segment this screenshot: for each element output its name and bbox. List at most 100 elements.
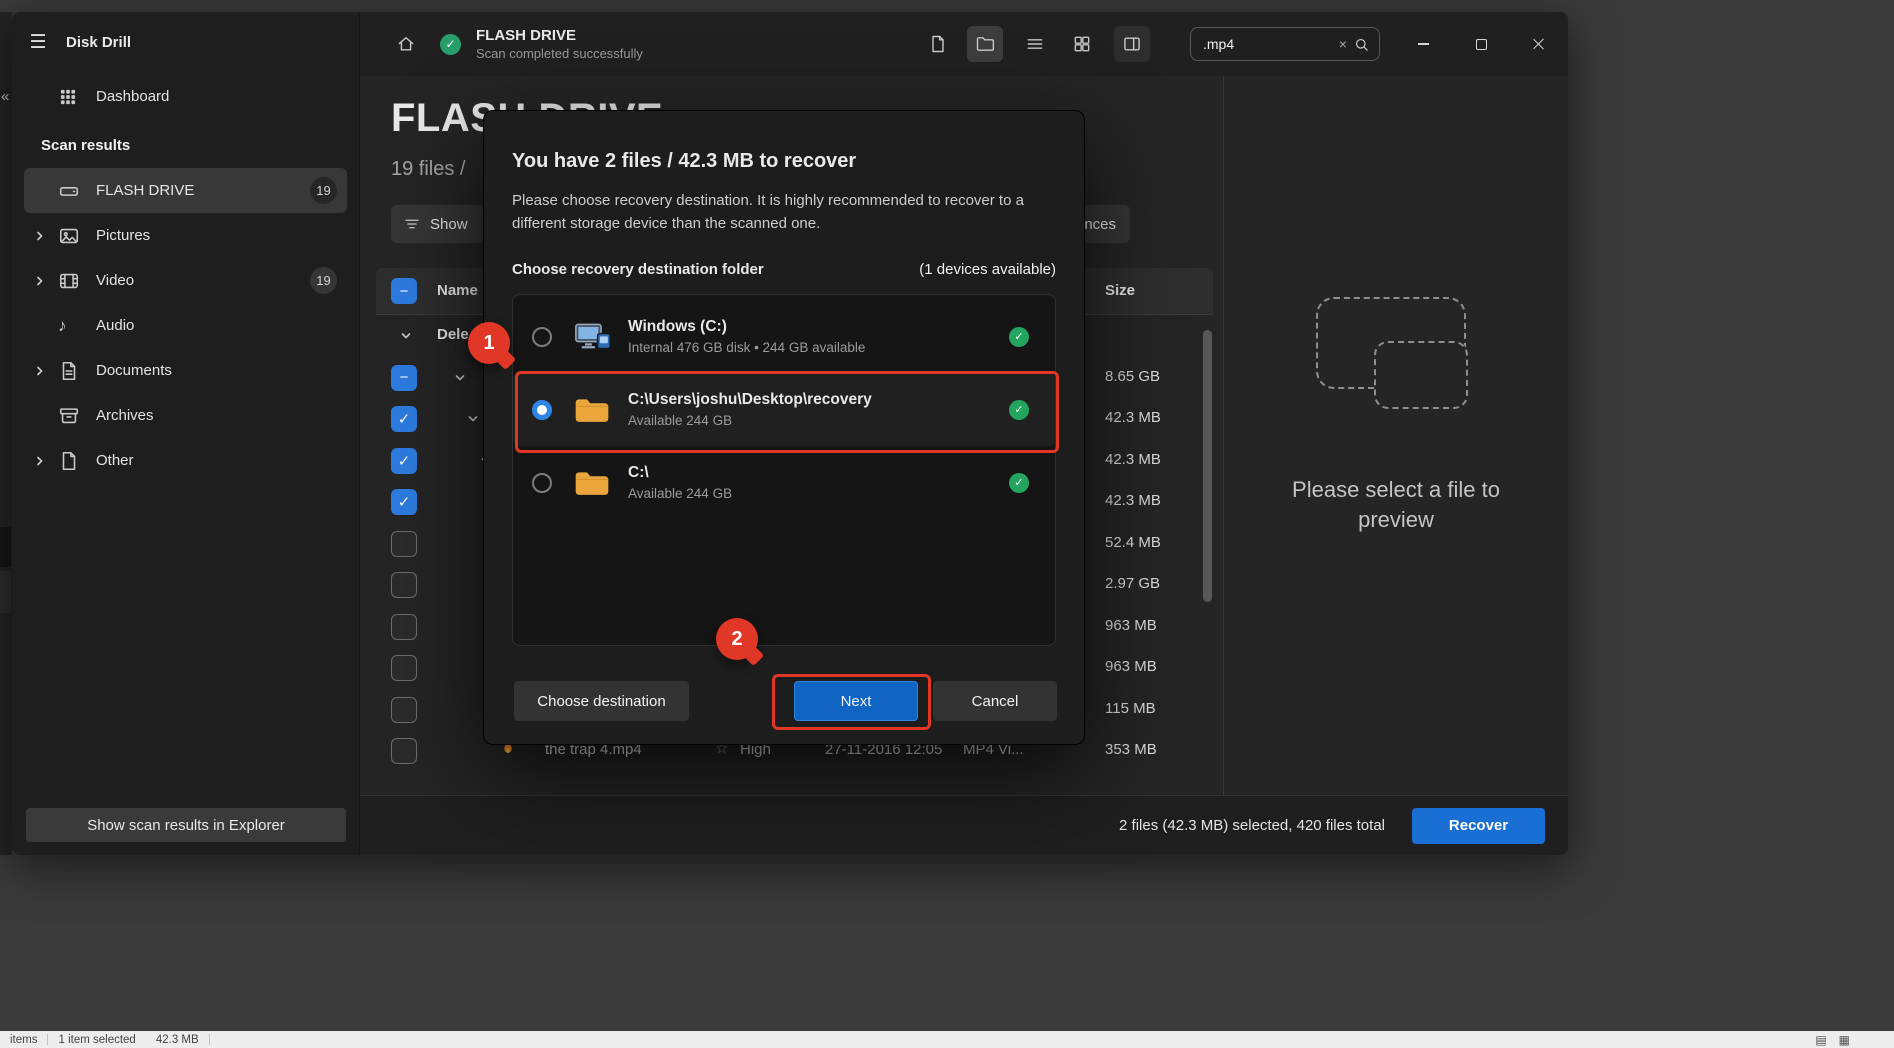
sidebar-item-label: Video	[96, 272, 310, 289]
scan-results-section-title: Scan results	[12, 119, 359, 168]
row-checkbox[interactable]	[391, 738, 417, 764]
home-icon	[396, 34, 416, 54]
preview-panel: Please select a file to preview	[1223, 76, 1568, 795]
chevron-right-icon[interactable]	[32, 363, 58, 379]
computer-icon	[574, 321, 612, 353]
row-checkbox[interactable]: ✓	[391, 448, 417, 474]
back-icon[interactable]: «	[1, 88, 9, 105]
file-size: 42.3 MB	[1105, 451, 1161, 468]
sidebar-item-video[interactable]: Video 19	[24, 258, 347, 303]
row-checkbox[interactable]: ✓	[391, 406, 417, 432]
file-size: 115 MB	[1105, 700, 1156, 717]
radio-selected[interactable]	[532, 400, 552, 420]
count-badge: 19	[310, 177, 337, 204]
folder-view-button[interactable]	[967, 26, 1003, 62]
file-view-button[interactable]	[920, 26, 956, 62]
list-view-button[interactable]	[1017, 26, 1053, 62]
chevron-down-icon[interactable]	[465, 411, 481, 427]
destination-option-recovery-folder[interactable]: C:\Users\joshu\Desktop\recovery Availabl…	[513, 373, 1055, 446]
destination-name: C:\	[628, 464, 1009, 482]
background-window-sliver: «	[0, 12, 12, 855]
explorer-status-bar: items 1 item selected 42.3 MB ▤ ▦	[0, 1031, 1894, 1048]
minimize-button[interactable]	[1394, 12, 1452, 76]
search-box[interactable]: ×	[1190, 27, 1380, 61]
search-input[interactable]	[1191, 36, 1333, 52]
scrollbar-thumb[interactable]	[1203, 330, 1212, 602]
sidebar-item-archives[interactable]: Archives	[24, 393, 347, 438]
selection-summary: 2 files (42.3 MB) selected, 420 files to…	[1119, 817, 1385, 834]
sidebar-item-pictures[interactable]: Pictures	[24, 213, 347, 258]
destination-list: Windows (C:) Internal 476 GB disk • 244 …	[512, 294, 1056, 646]
sidebar-item-label: FLASH DRIVE	[96, 182, 310, 199]
row-checkbox[interactable]	[391, 614, 417, 640]
home-button[interactable]	[388, 26, 424, 62]
folder-icon	[574, 395, 612, 425]
explorer-list-view-icon[interactable]: ▤	[1815, 1033, 1826, 1047]
maximize-button[interactable]	[1452, 12, 1510, 76]
destination-option-windows-c[interactable]: Windows (C:) Internal 476 GB disk • 244 …	[513, 300, 1055, 373]
file-size: 8.65 GB	[1105, 368, 1160, 385]
show-scan-results-in-explorer-button[interactable]: Show scan results in Explorer	[26, 808, 346, 842]
sidebar-item-label: Archives	[96, 407, 337, 424]
clear-search-icon[interactable]: ×	[1333, 36, 1353, 52]
column-header-size[interactable]: Size	[1105, 282, 1135, 299]
row-checkbox[interactable]	[391, 655, 417, 681]
radio-unselected[interactable]	[532, 473, 552, 493]
show-filter-button[interactable]: Show	[391, 205, 483, 243]
sidebar-item-flash-drive[interactable]: FLASH DRIVE 19	[24, 168, 347, 213]
sidebar-item-other[interactable]: Other	[24, 438, 347, 483]
grid-view-button[interactable]	[1064, 26, 1100, 62]
chevron-right-icon[interactable]	[32, 228, 58, 244]
dashboard-grid-icon	[58, 87, 96, 107]
row-checkbox[interactable]	[391, 572, 417, 598]
row-checkbox[interactable]	[391, 697, 417, 723]
row-checkbox[interactable]	[391, 531, 417, 557]
grid-icon	[1072, 34, 1092, 54]
list-icon	[1025, 34, 1045, 54]
file-icon	[928, 34, 948, 54]
hamburger-menu-icon[interactable]: ☰	[25, 31, 51, 54]
radio-unselected[interactable]	[532, 327, 552, 347]
chevron-right-icon[interactable]	[32, 273, 58, 289]
chevron-down-icon[interactable]	[398, 328, 414, 344]
preview-pane-toggle-button[interactable]	[1114, 26, 1150, 62]
recover-button[interactable]: Recover	[1412, 808, 1545, 844]
archives-icon	[58, 405, 96, 427]
sidebar-item-documents[interactable]: Documents	[24, 348, 347, 393]
file-size: 963 MB	[1105, 617, 1157, 634]
sidebar-item-label: Other	[96, 452, 337, 469]
sidebar-item-label: Audio	[96, 317, 337, 334]
file-size: 963 MB	[1105, 658, 1157, 675]
destination-ok-icon: ✓	[1009, 327, 1029, 347]
drive-icon	[58, 180, 96, 202]
destination-option-c-drive[interactable]: C:\ Available 244 GB ✓	[513, 446, 1055, 519]
filter-icon	[403, 215, 421, 233]
audio-icon: ♪	[58, 316, 96, 336]
chevron-down-icon[interactable]	[452, 370, 468, 386]
side-panel-icon	[1122, 34, 1142, 54]
row-checkbox[interactable]: ✓	[391, 489, 417, 515]
sidebar-item-dashboard[interactable]: Dashboard	[24, 74, 347, 119]
sidebar-item-label: Pictures	[96, 227, 337, 244]
file-size: 42.3 MB	[1105, 492, 1161, 509]
choose-destination-button[interactable]: Choose destination	[514, 681, 689, 721]
row-checkbox[interactable]: −	[391, 365, 417, 391]
destination-detail: Available 244 GB	[628, 486, 1009, 501]
count-badge: 19	[310, 267, 337, 294]
destination-label: Choose recovery destination folder	[512, 261, 764, 278]
column-header-name[interactable]: Name	[437, 282, 478, 299]
sidebar-item-audio[interactable]: ♪ Audio	[24, 303, 347, 348]
minimize-icon	[1418, 43, 1429, 45]
maximize-icon	[1476, 39, 1487, 50]
explorer-thumbnail-view-icon[interactable]: ▦	[1839, 1033, 1850, 1047]
search-icon[interactable]	[1353, 36, 1370, 53]
select-all-checkbox[interactable]: −	[391, 278, 417, 304]
chevron-right-icon[interactable]	[32, 453, 58, 469]
cancel-button[interactable]: Cancel	[933, 681, 1057, 721]
background-item	[0, 571, 11, 613]
close-button[interactable]	[1510, 12, 1568, 76]
video-icon	[58, 270, 96, 292]
next-button[interactable]: Next	[794, 681, 918, 721]
app-title: Disk Drill	[66, 34, 131, 51]
destination-detail: Available 244 GB	[628, 413, 1009, 428]
